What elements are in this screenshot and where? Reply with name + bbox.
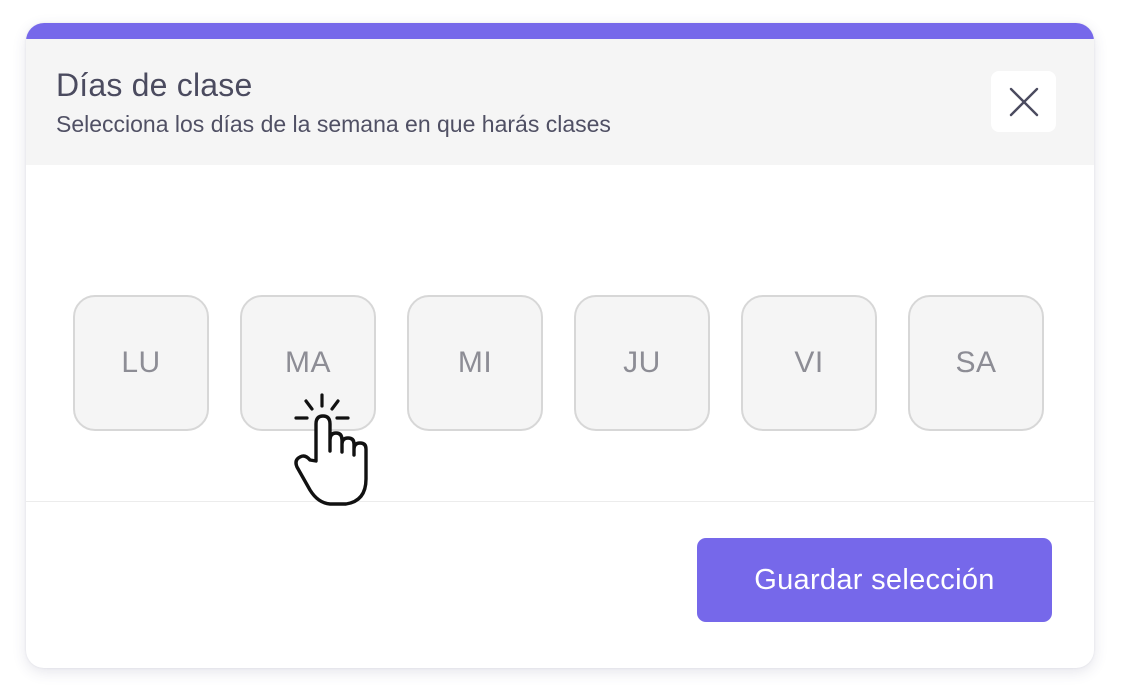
- day-selector: LU MA MI JU VI SA: [73, 295, 1044, 431]
- save-selection-button[interactable]: Guardar selección: [697, 538, 1052, 622]
- close-button[interactable]: [991, 71, 1056, 132]
- modal-accent-bar: [26, 23, 1094, 39]
- close-icon: [1009, 87, 1038, 116]
- hand-pointer-click-icon: [294, 393, 368, 506]
- day-toggle-vi[interactable]: VI: [741, 295, 877, 431]
- day-toggle-mi[interactable]: MI: [407, 295, 543, 431]
- class-days-modal: Días de clase Selecciona los días de la …: [26, 23, 1094, 668]
- footer-divider: [26, 501, 1094, 502]
- day-toggle-sa[interactable]: SA: [908, 295, 1044, 431]
- day-toggle-lu[interactable]: LU: [73, 295, 209, 431]
- modal-title: Días de clase: [56, 67, 253, 103]
- modal-header: Días de clase Selecciona los días de la …: [26, 39, 1094, 165]
- modal-subtitle: Selecciona los días de la semana en que …: [56, 111, 611, 137]
- day-toggle-ju[interactable]: JU: [574, 295, 710, 431]
